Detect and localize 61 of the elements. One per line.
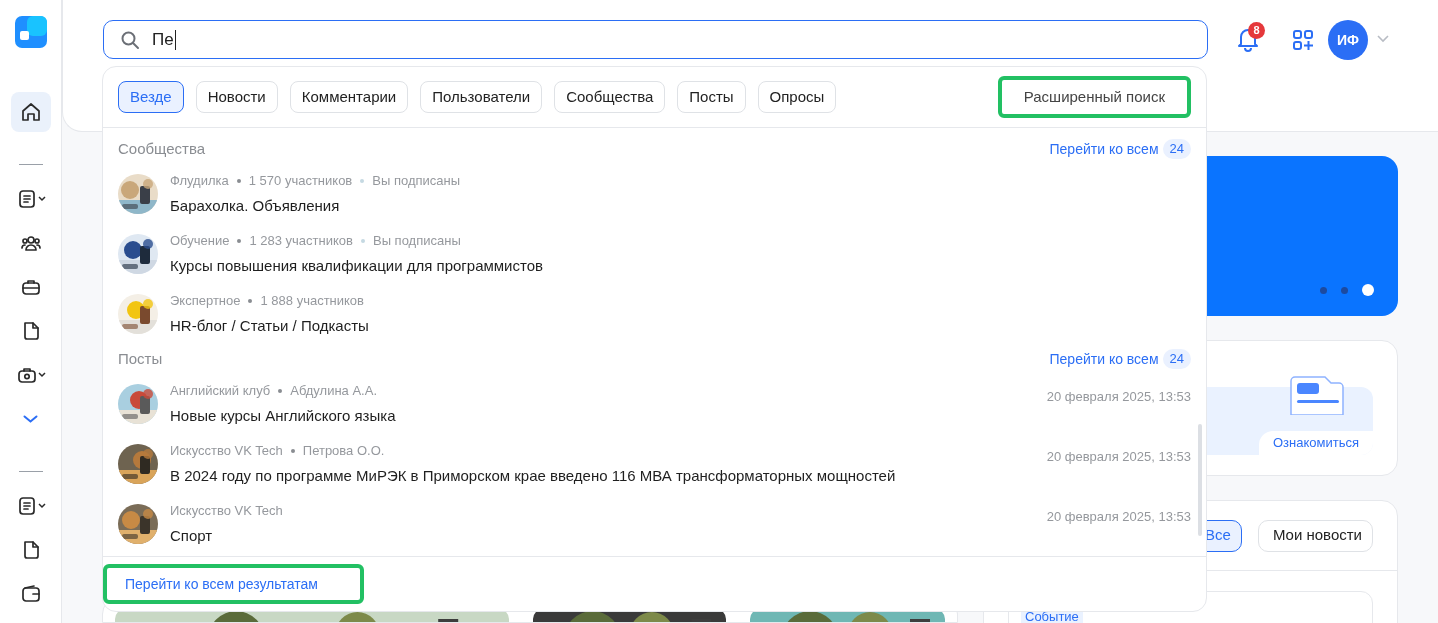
chevron-down-icon: [23, 415, 38, 423]
scrollbar[interactable]: [1198, 424, 1202, 536]
see-all-link[interactable]: Перейти ко всем: [1049, 138, 1159, 160]
all-results-link[interactable]: Перейти ко всем результатам: [103, 564, 364, 604]
search-text: Пе: [152, 29, 176, 50]
meta-text: 1 283 участников: [249, 232, 353, 250]
section-title: Посты: [118, 348, 163, 369]
sidebar-item[interactable]: [10, 92, 51, 132]
meta-text: 1 570 участников: [248, 172, 353, 190]
subscription-status: Вы подписаны: [372, 232, 461, 250]
search-result[interactable]: Экспертное 1 888 участников HR-блог / Статьи / Подкасты: [103, 284, 1206, 344]
count-badge: 24: [1162, 349, 1191, 369]
notification-badge: 8: [1248, 22, 1265, 39]
subscription-status: Вы подписаны: [372, 172, 460, 190]
result-title: Курсы повышения квалификации для программистов: [170, 255, 544, 276]
caret-icon: [37, 372, 46, 378]
filter-chip[interactable]: Везде: [118, 81, 184, 113]
meta-text: Флудилка: [170, 172, 229, 190]
search-result[interactable]: Искусство VK Tech Петрова О.О. В 2024 году по программе МиРЭК в Приморском крае введено 116 МВА трансформаторных мощностей 20 февраля 2025, 13:53: [103, 434, 1206, 494]
result-title: Спорт: [170, 525, 214, 546]
filter-chip[interactable]: Сообщества: [554, 81, 666, 113]
count-badge: 24: [1162, 139, 1191, 159]
advanced-search-button[interactable]: Расширенный поиск: [997, 76, 1191, 118]
search-result[interactable]: Обучение 1 283 участников Вы подписаны Курсы повышения квалификации для программистов: [103, 224, 1206, 284]
meta-text: Английский клуб: [170, 382, 271, 400]
meta-text: Экспертное: [170, 292, 241, 310]
user-avatar[interactable]: ИФ: [1328, 20, 1368, 60]
caret-icon: [37, 196, 46, 202]
search-result[interactable]: Английский клуб Абдулина А.А. Новые курсы Английского языка 20 февраля 2025, 13:53: [103, 374, 1206, 434]
promo-button[interactable]: Ознакомиться: [1259, 431, 1373, 455]
section-title: Сообщества: [118, 138, 206, 159]
result-title: HR-блог / Статьи / Подкасты: [170, 315, 370, 336]
date-text: 20 февраля 2025, 13:53: [1046, 388, 1191, 406]
date-text: 20 февраля 2025, 13:53: [1046, 508, 1191, 526]
result-title: Новые курсы Английского языка: [170, 405, 397, 426]
wallet-icon: [19, 583, 42, 605]
see-all-link[interactable]: Перейти ко всем: [1049, 348, 1159, 370]
filter-chip[interactable]: Комментарии: [289, 81, 409, 113]
meta-text: Абдулина А.А.: [290, 382, 378, 400]
meta-text: 1 888 участников: [260, 292, 364, 310]
logo-icon[interactable]: [14, 16, 47, 48]
meta-text: Искусство VK Tech: [170, 442, 283, 460]
filter-chip[interactable]: Посты: [677, 81, 746, 113]
folder-icon: [1289, 375, 1345, 415]
filter-chip[interactable]: Опросы: [757, 81, 837, 113]
meta-text: Обучение: [170, 232, 230, 250]
date-text: 20 февраля 2025, 13:53: [1046, 448, 1191, 466]
apps-icon[interactable]: [1292, 29, 1314, 51]
feed-tab[interactable]: Мои новости: [1257, 519, 1373, 552]
filter-chip[interactable]: Новости: [195, 81, 278, 113]
result-title: Барахолка. Объявления: [170, 195, 341, 216]
search-result[interactable]: Флудилка 1 570 участников Вы подписаны Барахолка. Объявления: [103, 164, 1206, 224]
home-icon: [19, 101, 42, 123]
meta-text: Петрова О.О.: [302, 442, 385, 460]
result-title: В 2024 году по программе МиРЭК в Приморском крае введено 116 МВА трансформаторных мощностей: [170, 465, 897, 486]
bell-icon[interactable]: [1236, 26, 1260, 52]
caret-icon: [37, 503, 46, 509]
meta-text: Искусство VK Tech: [170, 502, 283, 520]
filter-chip[interactable]: Пользователи: [420, 81, 543, 113]
search-icon: [120, 29, 140, 50]
search-field[interactable]: Пе: [103, 20, 1208, 59]
